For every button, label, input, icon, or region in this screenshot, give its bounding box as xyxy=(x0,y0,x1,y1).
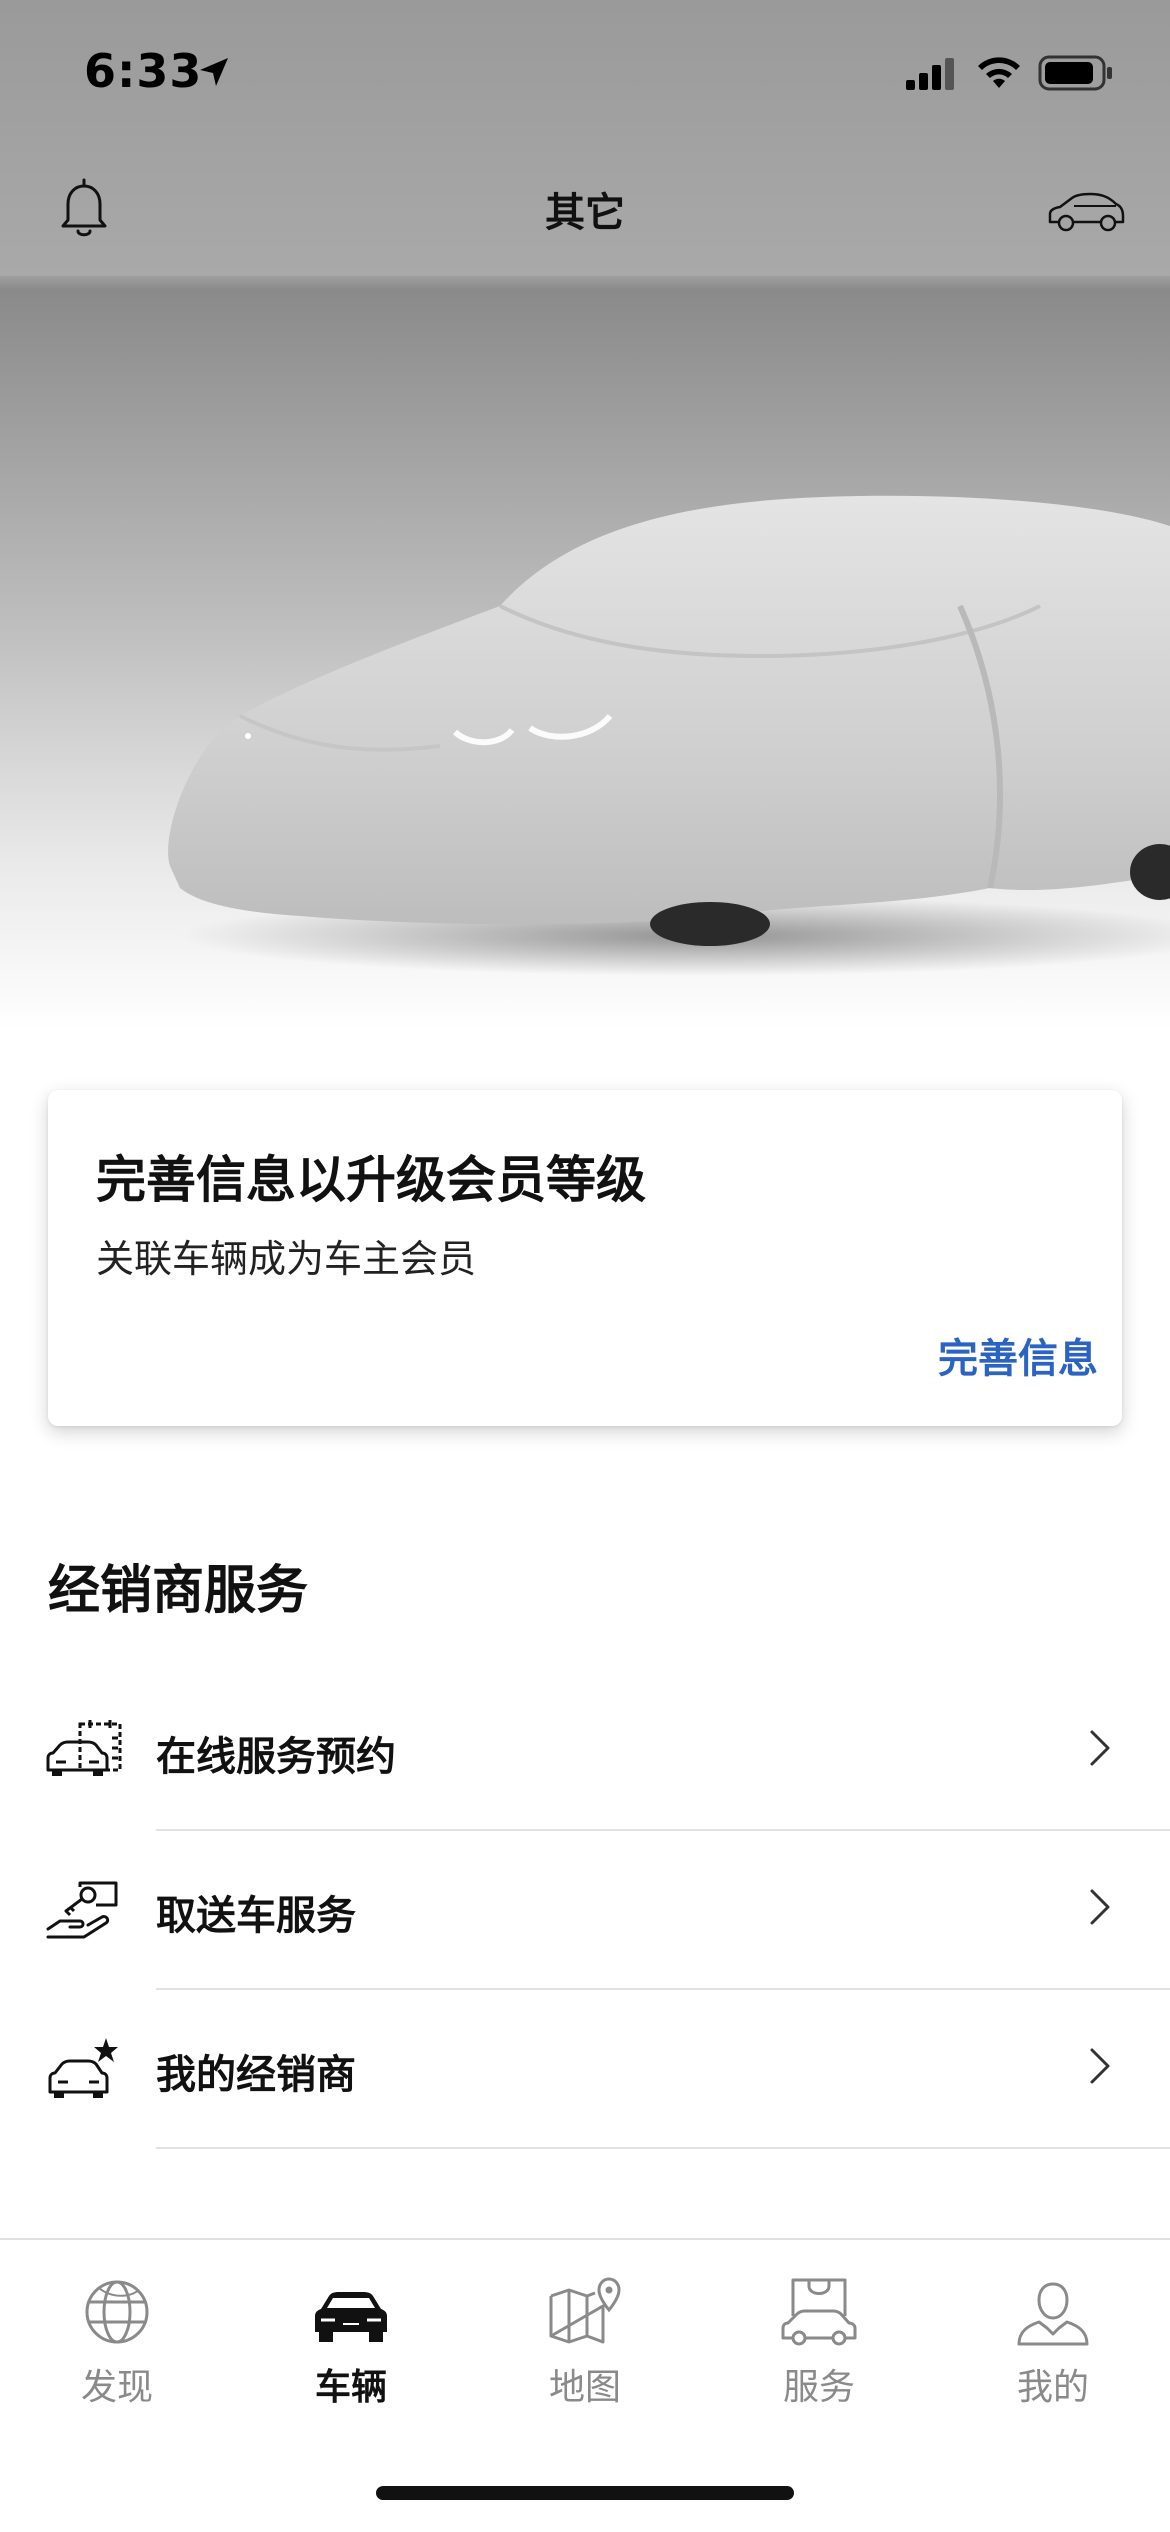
list-item-label: 取送车服务 xyxy=(156,1893,356,1939)
car-icon xyxy=(315,2292,387,2342)
list-item-label: 在线服务预约 xyxy=(156,1734,396,1780)
user-icon xyxy=(1017,2282,1089,2346)
tab-profile[interactable]: 我的 xyxy=(936,2276,1170,2436)
section-title-dealer-services: 经销商服务 xyxy=(48,1561,309,1621)
status-time: 6:33 xyxy=(84,44,203,98)
page-title: 其它 xyxy=(545,190,625,236)
tab-label: 服务 xyxy=(782,2367,855,2408)
car-pickup-delivery-icon xyxy=(46,1881,118,1939)
tab-label: 我的 xyxy=(1016,2367,1089,2408)
shopping-bag-car-icon xyxy=(781,2278,857,2346)
globe-icon xyxy=(85,2280,149,2344)
status-bar: 6:33 xyxy=(0,0,1170,140)
tab-label: 地图 xyxy=(548,2367,621,2408)
dealer-services-list: 在线服务预约 取送车服务 我的经销商 xyxy=(0,1672,1170,2149)
list-item-my-dealer[interactable]: 我的经销商 xyxy=(0,1990,1170,2149)
tab-discover[interactable]: 发现 xyxy=(0,2276,234,2436)
card-subtitle: 关联车辆成为车主会员 xyxy=(96,1237,477,1281)
home-indicator xyxy=(376,2486,794,2500)
map-icon xyxy=(549,2277,621,2344)
membership-upgrade-card: 完善信息以升级会员等级 关联车辆成为车主会员 完善信息 xyxy=(48,1090,1122,1426)
covered-car-image xyxy=(0,276,1170,1016)
tab-map[interactable]: 地图 xyxy=(468,2276,702,2436)
divider xyxy=(156,2147,1170,2149)
battery-icon xyxy=(1038,55,1112,91)
cellular-signal-icon xyxy=(906,58,954,90)
tab-services[interactable]: 服务 xyxy=(702,2276,936,2436)
chevron-right-icon xyxy=(1090,2048,1110,2084)
complete-info-link[interactable]: 完善信息 xyxy=(938,1326,1098,1384)
chevron-right-icon xyxy=(1090,1889,1110,1925)
tab-label: 发现 xyxy=(80,2367,153,2408)
wifi-icon xyxy=(978,57,1020,88)
chevron-right-icon xyxy=(1090,1730,1110,1766)
list-item-label: 我的经销商 xyxy=(156,2052,356,2098)
card-title: 完善信息以升级会员等级 xyxy=(96,1151,646,1209)
list-item-car-pickup-delivery[interactable]: 取送车服务 xyxy=(0,1831,1170,1990)
tab-vehicle[interactable]: 车辆 xyxy=(234,2276,468,2436)
list-item-service-appointment[interactable]: 在线服务预约 xyxy=(0,1672,1170,1831)
service-appointment-icon xyxy=(46,1720,122,1776)
tab-label: 车辆 xyxy=(314,2367,387,2408)
my-dealer-icon xyxy=(48,2038,118,2098)
car-switch-icon[interactable] xyxy=(1046,186,1126,236)
location-arrow-icon xyxy=(200,58,228,86)
